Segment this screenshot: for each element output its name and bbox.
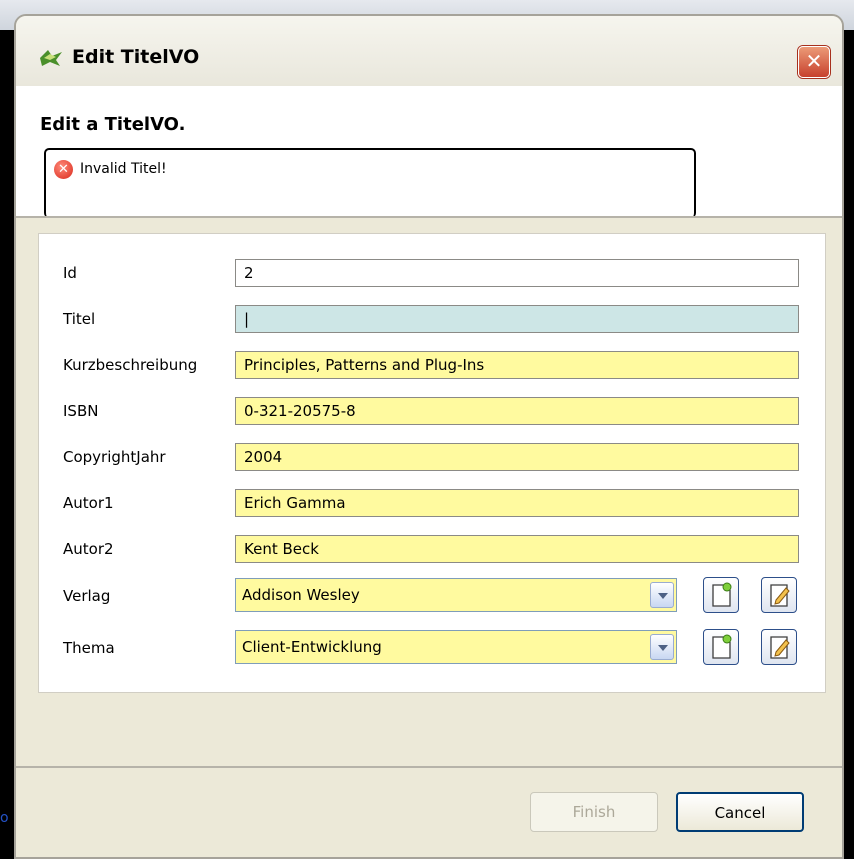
footer-divider: [16, 766, 842, 768]
new-verlag-button[interactable]: [703, 577, 739, 613]
label-autor2: Autor2: [63, 540, 114, 558]
chevron-down-icon[interactable]: [650, 582, 674, 608]
thema-select-value: Client-Entwicklung: [242, 638, 382, 656]
id-field[interactable]: 2: [235, 259, 799, 287]
dialog-titlebar[interactable]: Edit TitelVO ✕: [16, 16, 842, 86]
new-document-icon: [712, 634, 732, 659]
autor1-field[interactable]: Erich Gamma: [235, 489, 799, 517]
close-button[interactable]: ✕: [798, 46, 830, 78]
label-copyrightjahr: CopyrightJahr: [63, 448, 166, 466]
app-icon: [40, 50, 62, 66]
label-titel: Titel: [63, 310, 96, 328]
isbn-field[interactable]: 0-321-20575-8: [235, 397, 799, 425]
chevron-down-icon[interactable]: [650, 634, 674, 660]
edit-verlag-button[interactable]: [761, 577, 797, 613]
verlag-select[interactable]: Addison Wesley: [235, 578, 677, 612]
finish-button[interactable]: Finish: [530, 792, 658, 832]
error-icon: ✕: [54, 160, 73, 179]
edit-dialog: Edit TitelVO ✕ Edit a TitelVO. ✕ Invalid…: [14, 14, 844, 859]
dialog-header: Edit a TitelVO. ✕ Invalid Titel!: [16, 86, 842, 218]
kurzbeschreibung-field[interactable]: Principles, Patterns and Plug-Ins: [235, 351, 799, 379]
label-kurzbeschreibung: Kurzbeschreibung: [63, 356, 198, 374]
label-verlag: Verlag: [63, 587, 111, 605]
verlag-select-value: Addison Wesley: [242, 586, 360, 604]
label-autor1: Autor1: [63, 494, 114, 512]
edit-pencil-icon: [770, 636, 790, 659]
copyrightjahr-field[interactable]: 2004: [235, 443, 799, 471]
label-thema: Thema: [63, 639, 115, 657]
edit-thema-button[interactable]: [761, 629, 797, 665]
cancel-button[interactable]: Cancel: [676, 792, 804, 832]
edit-pencil-icon: [770, 584, 790, 607]
autor2-field[interactable]: Kent Beck: [235, 535, 799, 563]
thema-select[interactable]: Client-Entwicklung: [235, 630, 677, 664]
page-title: Edit a TitelVO.: [40, 114, 186, 135]
background-strip: [0, 30, 6, 859]
new-document-icon: [712, 582, 732, 607]
form-panel: Id 2 Titel | Kurzbeschreibung Principles…: [38, 233, 826, 693]
new-thema-button[interactable]: [703, 629, 739, 665]
error-message: Invalid Titel!: [80, 161, 167, 177]
label-id: Id: [63, 264, 77, 282]
dialog-title: Edit TitelVO: [72, 46, 200, 68]
label-isbn: ISBN: [63, 402, 99, 420]
titel-field[interactable]: |: [235, 305, 799, 333]
background-text-fragment: o: [0, 810, 9, 826]
error-message-box: ✕ Invalid Titel!: [44, 148, 696, 218]
header-divider: [16, 216, 842, 218]
